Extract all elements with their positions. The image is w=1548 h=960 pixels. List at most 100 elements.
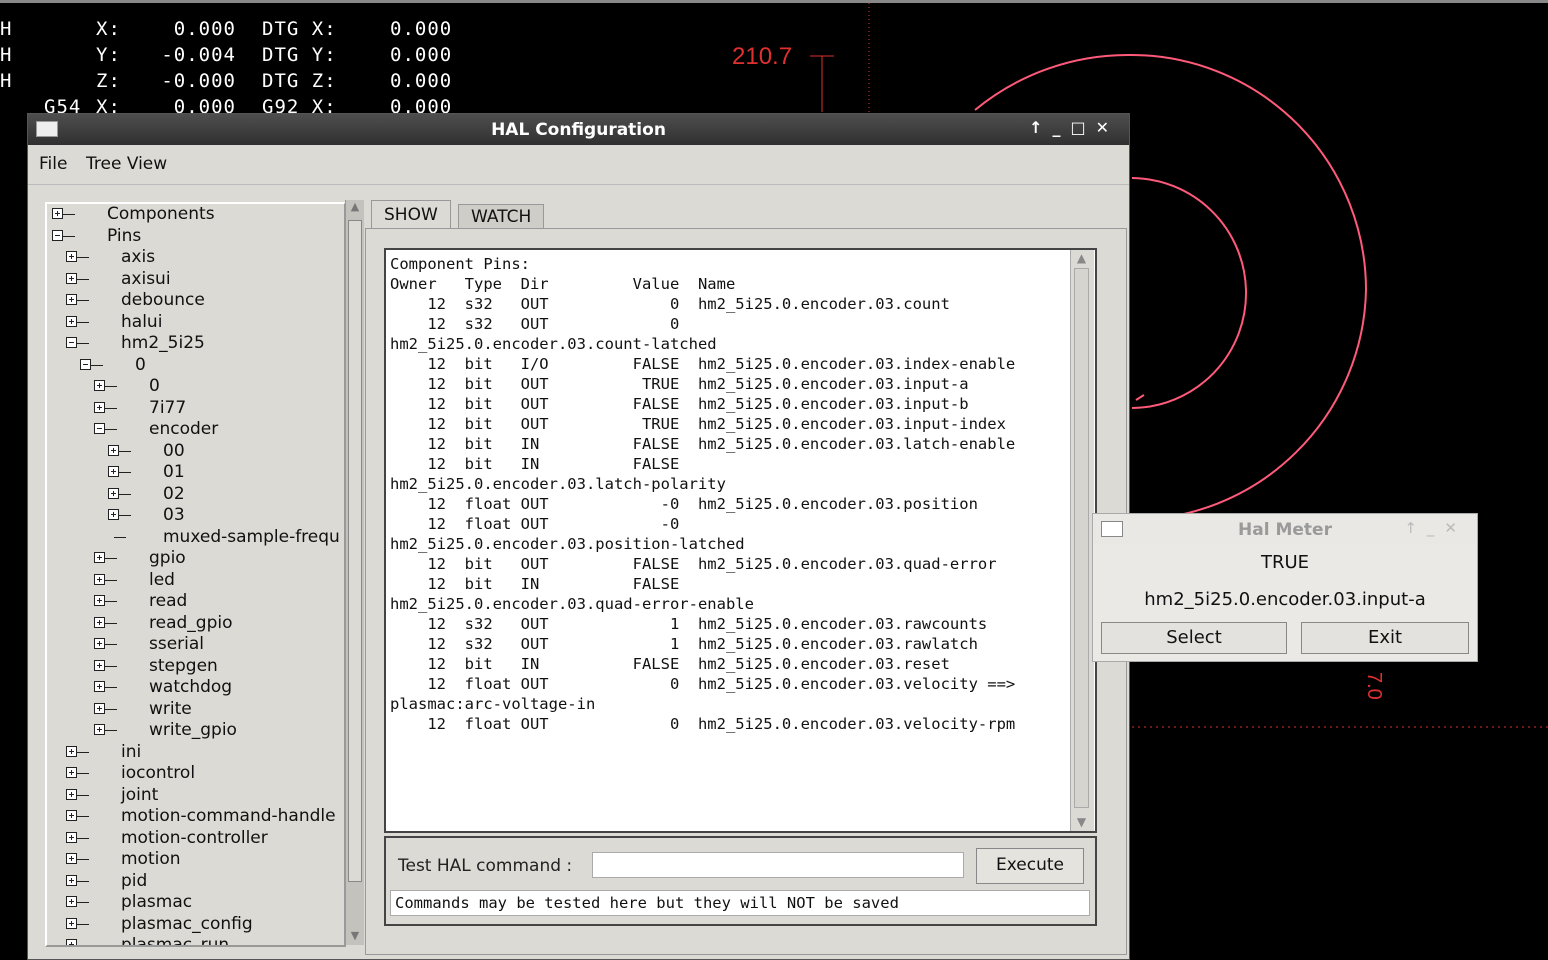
tree-node[interactable]: write_gpio xyxy=(47,720,344,741)
scroll-thumb[interactable] xyxy=(1074,268,1089,808)
collapse-icon[interactable] xyxy=(66,337,77,348)
tree-node[interactable]: plasmac_config xyxy=(47,914,344,935)
tree-node[interactable]: 03 xyxy=(47,505,344,526)
tree-node[interactable]: 0 xyxy=(47,376,344,397)
close-icon[interactable]: ✕ xyxy=(1444,519,1467,537)
expand-icon[interactable] xyxy=(52,208,63,219)
tree-node[interactable]: plasmac xyxy=(47,892,344,913)
meter-titlebar[interactable]: Hal Meter ↑_✕ xyxy=(1093,514,1477,544)
minimize-icon[interactable]: _ xyxy=(1052,118,1070,137)
tree-node[interactable]: pid xyxy=(47,871,344,892)
tree-node-label: 7i77 xyxy=(149,397,187,418)
tree-node[interactable]: read xyxy=(47,591,344,612)
select-button[interactable]: Select xyxy=(1101,622,1287,654)
tree-node[interactable]: watchdog xyxy=(47,677,344,698)
expand-icon[interactable] xyxy=(66,874,77,886)
expand-icon[interactable] xyxy=(108,487,119,499)
tree-node[interactable]: stepgen xyxy=(47,656,344,677)
scroll-up-arrow[interactable]: ▲ xyxy=(348,200,362,216)
show-output-scrollbar[interactable]: ▲ ▼ xyxy=(1070,250,1094,831)
tree-node[interactable]: motion xyxy=(47,849,344,870)
collapse-icon[interactable] xyxy=(80,358,91,370)
tree-node[interactable]: motion-command-handle xyxy=(47,806,344,827)
close-icon[interactable]: ✕ xyxy=(1096,118,1119,137)
tree-node[interactable]: write xyxy=(47,699,344,720)
expand-icon[interactable] xyxy=(94,401,105,413)
tree-node[interactable]: 00 xyxy=(47,441,344,462)
expand-icon[interactable] xyxy=(108,466,119,477)
expand-icon[interactable] xyxy=(66,939,77,945)
expand-icon[interactable] xyxy=(94,681,105,692)
expand-icon[interactable] xyxy=(108,509,119,520)
expand-icon[interactable] xyxy=(94,552,105,563)
tree-node[interactable]: axisui xyxy=(47,269,344,290)
execute-button[interactable]: Execute xyxy=(976,848,1084,884)
tree-node[interactable]: 02 xyxy=(47,484,344,505)
tree-view[interactable]: Components Pins axis axisui debounce halui hm2… xyxy=(45,202,346,947)
tree-node[interactable]: hm2_5i25 xyxy=(47,333,344,354)
tree-node[interactable]: led xyxy=(47,570,344,591)
tree-node[interactable]: sserial xyxy=(47,634,344,655)
expand-icon[interactable] xyxy=(66,896,77,907)
expand-icon[interactable] xyxy=(94,380,105,391)
expand-icon[interactable] xyxy=(66,272,77,284)
expand-icon[interactable] xyxy=(66,810,77,821)
tree-node[interactable]: encoder xyxy=(47,419,344,440)
tree-node[interactable]: halui xyxy=(47,312,344,333)
tree-node[interactable]: ini xyxy=(47,742,344,763)
maximize-icon[interactable]: □ xyxy=(1070,118,1095,137)
tab-show[interactable]: SHOW xyxy=(371,200,451,228)
expand-icon[interactable] xyxy=(66,767,77,778)
raise-icon[interactable]: ↑ xyxy=(1404,519,1427,537)
tree-node[interactable]: plasmac_run xyxy=(47,935,344,945)
test-command-input[interactable] xyxy=(592,852,964,878)
tree-node[interactable]: debounce xyxy=(47,290,344,311)
expand-icon[interactable] xyxy=(66,788,77,800)
expand-icon[interactable] xyxy=(66,831,77,843)
expand-icon[interactable] xyxy=(94,573,105,585)
exit-button[interactable]: Exit xyxy=(1301,622,1469,654)
tree-node[interactable]: motion-controller xyxy=(47,828,344,849)
show-output-line: 12 s32 OUT 1 hm2_5i25.0.encoder.03.rawla… xyxy=(390,635,978,653)
tree-node[interactable]: 7i77 xyxy=(47,398,344,419)
raise-icon[interactable]: ↑ xyxy=(1029,118,1052,137)
tree-node[interactable]: axis xyxy=(47,247,344,268)
tree-node[interactable]: muxed-sample-frequ xyxy=(47,527,344,548)
meter-value: TRUE xyxy=(1260,552,1310,573)
window-titlebar[interactable]: HAL Configuration ↑_□✕ xyxy=(28,114,1129,145)
show-output-text[interactable]: Component Pins: Owner Type Dir Value Name… xyxy=(390,254,1070,828)
tree-node[interactable]: joint xyxy=(47,785,344,806)
expand-icon[interactable] xyxy=(94,616,105,628)
minimize-icon[interactable]: _ xyxy=(1427,519,1445,537)
expand-icon[interactable] xyxy=(108,444,119,456)
expand-icon[interactable] xyxy=(66,917,77,929)
tab-watch[interactable]: WATCH xyxy=(458,204,545,228)
tree-connector xyxy=(77,300,89,301)
menu-tree-view[interactable]: Tree View xyxy=(86,154,167,174)
tree-node[interactable]: Pins xyxy=(47,226,344,247)
collapse-icon[interactable] xyxy=(94,423,105,434)
scroll-down-arrow[interactable]: ▼ xyxy=(348,929,362,945)
expand-icon[interactable] xyxy=(94,659,105,671)
tree-node[interactable]: iocontrol xyxy=(47,763,344,784)
expand-icon[interactable] xyxy=(66,315,77,327)
collapse-icon[interactable] xyxy=(52,229,63,241)
tree-node[interactable]: read_gpio xyxy=(47,613,344,634)
tree-node[interactable]: Components xyxy=(47,204,344,225)
expand-icon[interactable] xyxy=(94,724,105,735)
expand-icon[interactable] xyxy=(66,745,77,757)
expand-icon[interactable] xyxy=(94,638,105,649)
tree-scroll-thumb[interactable] xyxy=(348,220,362,882)
expand-icon[interactable] xyxy=(66,294,77,305)
menu-file[interactable]: File xyxy=(39,154,67,174)
scroll-down-arrow[interactable]: ▼ xyxy=(1074,815,1089,830)
expand-icon[interactable] xyxy=(66,251,77,262)
tree-node[interactable]: gpio xyxy=(47,548,344,569)
expand-icon[interactable] xyxy=(66,853,77,864)
scroll-up-arrow[interactable]: ▲ xyxy=(1074,251,1089,266)
expand-icon[interactable] xyxy=(94,702,105,714)
expand-icon[interactable] xyxy=(94,595,105,606)
tree-scrollbar[interactable]: ▲ ▼ xyxy=(345,200,364,945)
tree-node[interactable]: 0 xyxy=(47,355,344,376)
tree-node[interactable]: 01 xyxy=(47,462,344,483)
